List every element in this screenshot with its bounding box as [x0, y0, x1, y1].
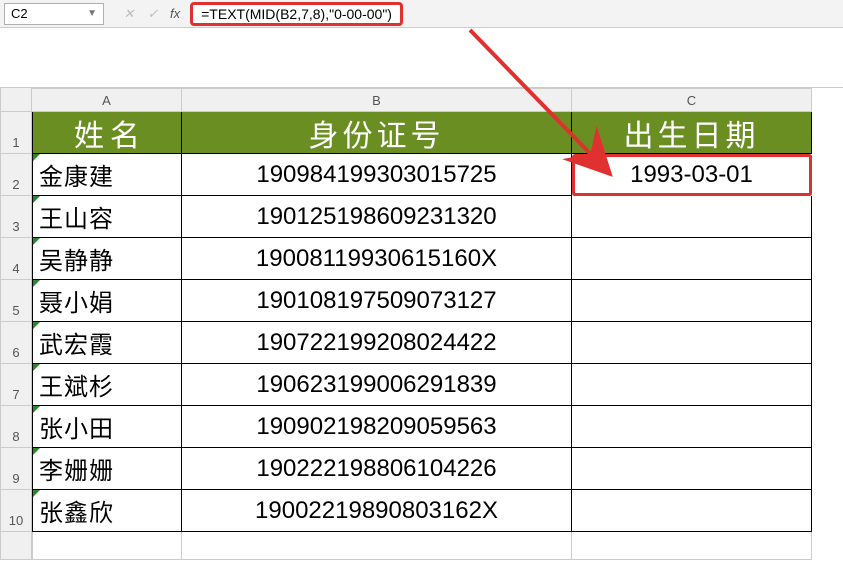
- cell-id[interactable]: 19002219890803162X: [182, 490, 572, 532]
- col-header-A[interactable]: A: [32, 88, 182, 112]
- cell-empty[interactable]: [32, 532, 182, 560]
- header-birth[interactable]: 出生日期: [572, 112, 812, 154]
- header-name[interactable]: 姓名: [32, 112, 182, 154]
- fx-icon[interactable]: fx: [170, 6, 180, 21]
- error-indicator-icon: [33, 238, 40, 245]
- cell-birth[interactable]: [572, 364, 812, 406]
- error-indicator-icon: [33, 406, 40, 413]
- row-header-column: 1 2 3 4 5 6 7 8 9 10: [0, 88, 32, 560]
- error-indicator-icon: [33, 322, 40, 329]
- row-header-5[interactable]: 5: [0, 280, 32, 322]
- table-row: 王斌杉 190623199006291839: [32, 364, 843, 406]
- spreadsheet-grid: 1 2 3 4 5 6 7 8 9 10 A B C 姓名 身份证号 出生日期 …: [0, 88, 843, 560]
- cell-name[interactable]: 武宏霞: [32, 322, 182, 364]
- formula-buttons: ✕ ✓ fx: [118, 4, 180, 24]
- formula-bar: C2 ▼ ✕ ✓ fx =TEXT(MID(B2,7,8),"0-00-00"): [0, 0, 843, 28]
- table-row: 聂小娟 190108197509073127: [32, 280, 843, 322]
- formula-input[interactable]: =TEXT(MID(B2,7,8),"0-00-00"): [190, 2, 403, 26]
- error-indicator-icon: [33, 154, 40, 161]
- cancel-icon[interactable]: ✕: [118, 4, 140, 24]
- cell-name[interactable]: 吴静静: [32, 238, 182, 280]
- cell-name[interactable]: 王山容: [32, 196, 182, 238]
- row-header-11[interactable]: [0, 532, 32, 560]
- row-header-10[interactable]: 10: [0, 490, 32, 532]
- name-box-value: C2: [11, 6, 28, 21]
- cell-name[interactable]: 张鑫欣: [32, 490, 182, 532]
- formula-text: =TEXT(MID(B2,7,8),"0-00-00"): [201, 6, 392, 22]
- cell-id[interactable]: 190125198609231320: [182, 196, 572, 238]
- cell-birth[interactable]: [572, 238, 812, 280]
- row-header-9[interactable]: 9: [0, 448, 32, 490]
- cell-birth-selected[interactable]: 1993-03-01: [572, 154, 812, 196]
- header-id[interactable]: 身份证号: [182, 112, 572, 154]
- error-indicator-icon: [33, 196, 40, 203]
- error-indicator-icon: [33, 448, 40, 455]
- cell-birth[interactable]: [572, 406, 812, 448]
- cell-name[interactable]: 聂小娟: [32, 280, 182, 322]
- table-row: 武宏霞 190722199208024422: [32, 322, 843, 364]
- cell-name[interactable]: 李姗姗: [32, 448, 182, 490]
- confirm-icon[interactable]: ✓: [142, 4, 164, 24]
- row-header-4[interactable]: 4: [0, 238, 32, 280]
- cell-id[interactable]: 190222198806104226: [182, 448, 572, 490]
- cell-id[interactable]: 190623199006291839: [182, 364, 572, 406]
- cell-id[interactable]: 190984199303015725: [182, 154, 572, 196]
- cell-birth[interactable]: [572, 196, 812, 238]
- table-header-row: 姓名 身份证号 出生日期: [32, 112, 843, 154]
- cell-name[interactable]: 金康建: [32, 154, 182, 196]
- row-header-3[interactable]: 3: [0, 196, 32, 238]
- column-header-row: A B C: [32, 88, 843, 112]
- cell-name[interactable]: 王斌杉: [32, 364, 182, 406]
- col-header-B[interactable]: B: [182, 88, 572, 112]
- table-row: 王山容 190125198609231320: [32, 196, 843, 238]
- cell-birth[interactable]: [572, 280, 812, 322]
- cell-empty[interactable]: [182, 532, 572, 560]
- table-row: 吴静静 19008119930615160X: [32, 238, 843, 280]
- table-row: 张鑫欣 19002219890803162X: [32, 490, 843, 532]
- row-header-1[interactable]: 1: [0, 112, 32, 154]
- row-header-7[interactable]: 7: [0, 364, 32, 406]
- error-indicator-icon: [33, 364, 40, 371]
- select-all-corner[interactable]: [0, 88, 32, 112]
- error-indicator-icon: [33, 280, 40, 287]
- row-header-6[interactable]: 6: [0, 322, 32, 364]
- table-row: 李姗姗 190222198806104226: [32, 448, 843, 490]
- table-row: 金康建 190984199303015725 1993-03-01: [32, 154, 843, 196]
- cell-birth[interactable]: [572, 322, 812, 364]
- row-header-8[interactable]: 8: [0, 406, 32, 448]
- cell-id[interactable]: 190108197509073127: [182, 280, 572, 322]
- table-row: 张小田 190902198209059563: [32, 406, 843, 448]
- table-row-empty: [32, 532, 843, 560]
- col-header-C[interactable]: C: [572, 88, 812, 112]
- cell-empty[interactable]: [572, 532, 812, 560]
- cell-birth[interactable]: [572, 448, 812, 490]
- cell-id[interactable]: 190722199208024422: [182, 322, 572, 364]
- sheet-body: A B C 姓名 身份证号 出生日期 金康建 19098419930301572…: [32, 88, 843, 560]
- cell-name[interactable]: 张小田: [32, 406, 182, 448]
- error-indicator-icon: [33, 490, 40, 497]
- name-box[interactable]: C2 ▼: [4, 3, 104, 25]
- cell-birth[interactable]: [572, 490, 812, 532]
- cell-id[interactable]: 190902198209059563: [182, 406, 572, 448]
- chevron-down-icon[interactable]: ▼: [87, 8, 97, 19]
- formula-bar-expand: [0, 28, 843, 88]
- cell-id[interactable]: 19008119930615160X: [182, 238, 572, 280]
- row-header-2[interactable]: 2: [0, 154, 32, 196]
